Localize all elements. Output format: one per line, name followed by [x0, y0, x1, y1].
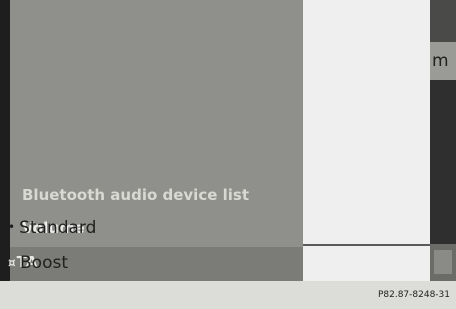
menu-item-bluetooth-audio-device-list[interactable]: Bluetooth audio device list: [22, 186, 249, 204]
option-boost[interactable]: Boost: [20, 253, 68, 273]
menu-item-label: Bluetooth audio device list: [22, 186, 249, 204]
right-panel-bottom-block: [434, 250, 452, 274]
display-screen: Bluetooth audio device list Volume ¤TA •…: [0, 0, 456, 281]
option-standard[interactable]: • Standard: [8, 218, 96, 238]
dropdown-divider: [303, 244, 430, 246]
volume-options-dropdown: [303, 0, 430, 281]
option-label: Standard: [19, 218, 97, 238]
figure-caption: P82.87-8248-31: [377, 290, 450, 300]
right-panel-top: [430, 0, 456, 42]
bullet-icon: •: [8, 220, 16, 234]
option-label: Boost: [20, 253, 68, 273]
right-side-panel: m: [430, 0, 456, 281]
checkbox-mark-icon: ¤: [8, 256, 16, 270]
screen-left-edge: [0, 0, 10, 281]
right-panel-partial-text: m: [432, 51, 449, 71]
right-panel-bottom: [430, 244, 456, 281]
menu-panel: [10, 0, 303, 281]
right-panel-tab[interactable]: m: [430, 42, 456, 80]
